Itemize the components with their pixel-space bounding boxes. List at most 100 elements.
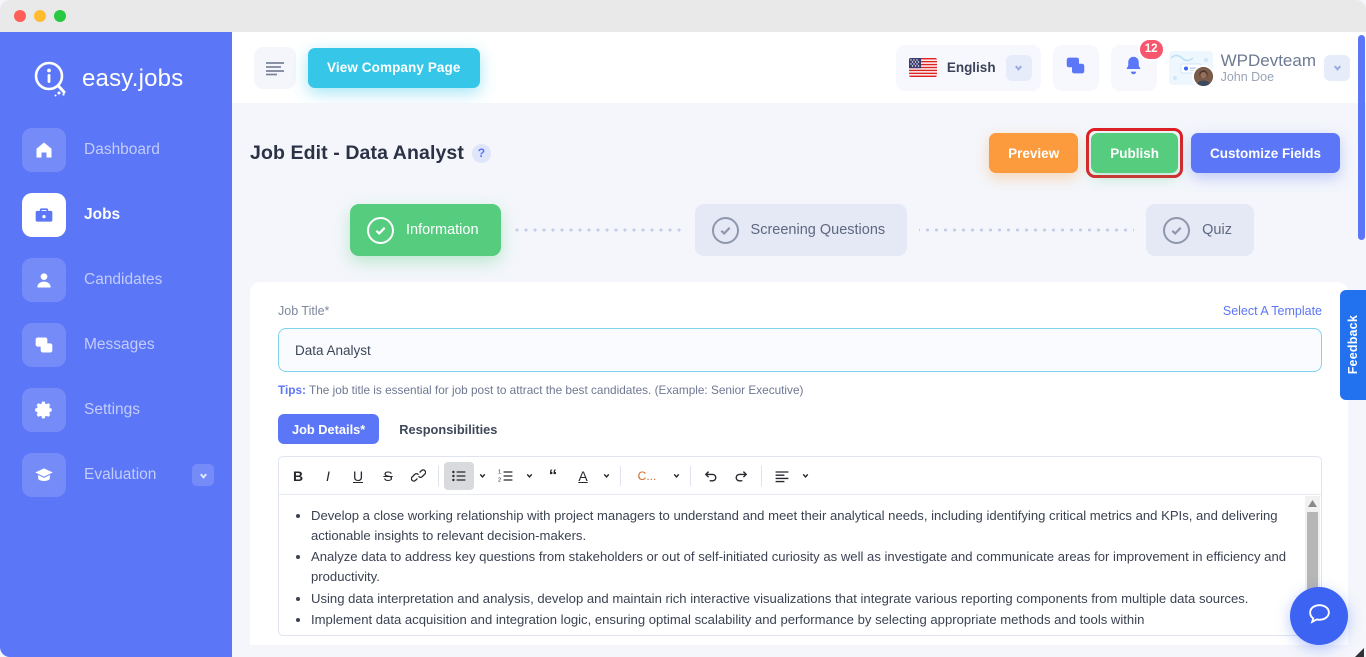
page-scrollbar-thumb[interactable] (1358, 35, 1365, 240)
rich-text-editor: B I U S 1 2 “ A C... • Develop a close w… (278, 456, 1322, 636)
text-color-icon[interactable]: A (568, 462, 598, 490)
step-label: Information (406, 222, 479, 238)
sidebar-item-label: Dashboard (84, 141, 160, 158)
link-icon[interactable] (403, 462, 433, 490)
stepper: Information Screening Questions Quiz (350, 204, 1366, 256)
bullet-list-icon[interactable] (444, 461, 474, 490)
publish-button-highlight: Publish (1086, 128, 1183, 178)
page-title: Job Edit - Data Analyst (250, 141, 464, 164)
sidebar: easy.jobs Dashboard Jobs Candidates Mess… (0, 32, 232, 657)
window-maximize-button[interactable] (54, 10, 66, 22)
align-icon[interactable] (767, 462, 797, 490)
page-header: Job Edit - Data Analyst ? Preview Publis… (232, 103, 1366, 178)
editor-content[interactable]: Develop a close working relationship wit… (279, 495, 1321, 635)
bold-icon[interactable]: B (283, 462, 313, 490)
chevron-down-icon[interactable] (474, 462, 491, 490)
toolbar-divider (620, 465, 621, 486)
sidebar-item-label: Evaluation (84, 466, 157, 483)
job-title-label: Job Title* (278, 304, 330, 318)
language-selector[interactable]: English (895, 44, 1041, 91)
list-item: Implement data acquisition and integrati… (311, 610, 1299, 630)
easyjobs-logo-icon (30, 58, 72, 100)
chat-bubble-icon (1307, 601, 1332, 631)
sidebar-item-label: Messages (84, 336, 155, 353)
step-screening-questions[interactable]: Screening Questions (694, 204, 908, 256)
tab-responsibilities[interactable]: Responsibilities (385, 414, 511, 444)
job-title-input[interactable] (278, 328, 1322, 372)
chevron-down-icon[interactable] (668, 462, 685, 490)
avatar (1191, 64, 1215, 88)
publish-button[interactable]: Publish (1091, 133, 1178, 173)
user-person-name: John Doe (1220, 70, 1275, 85)
scroll-up-icon[interactable] (1305, 496, 1320, 510)
notification-count-badge: 12 (1137, 37, 1165, 61)
underline-icon[interactable]: U (343, 462, 373, 490)
chevron-down-icon[interactable] (1005, 54, 1032, 81)
chat-icon (1065, 55, 1086, 81)
bell-icon (1123, 55, 1144, 81)
sidebar-item-candidates[interactable]: Candidates (0, 258, 232, 302)
step-quiz[interactable]: Quiz (1146, 204, 1254, 256)
brand-logo-block[interactable]: easy.jobs (0, 32, 232, 100)
app-window: easy.jobs Dashboard Jobs Candidates Mess… (0, 0, 1366, 657)
check-circle-icon (367, 216, 394, 244)
messages-button[interactable] (1052, 44, 1099, 91)
sidebar-item-settings[interactable]: Settings (0, 388, 232, 432)
job-title-row: Job Title* Select A Template (278, 304, 1322, 318)
chevron-down-icon[interactable] (797, 462, 814, 490)
chevron-down-icon[interactable] (192, 464, 214, 486)
toolbar-divider (438, 465, 439, 486)
redo-icon[interactable] (726, 462, 756, 490)
sidebar-item-jobs[interactable]: Jobs (0, 193, 232, 237)
question-mark-icon[interactable]: ? (471, 143, 491, 163)
list-item: Develop a close working relationship wit… (311, 506, 1299, 545)
customize-fields-button[interactable]: Customize Fields (1190, 133, 1340, 173)
select-template-link[interactable]: Select A Template (1223, 304, 1322, 318)
chevron-down-icon[interactable] (598, 462, 615, 490)
notifications-button[interactable]: 12 (1110, 37, 1165, 91)
form-tabs: Job Details* Responsibilities (278, 414, 1322, 444)
us-flag-icon (908, 58, 937, 77)
page-scrollbar[interactable] (1357, 32, 1366, 657)
list-item: Using data interpretation and analysis, … (311, 589, 1299, 609)
numbered-list-icon[interactable]: 1 2 (491, 462, 521, 490)
chevron-down-icon[interactable] (521, 462, 538, 490)
preview-button[interactable]: Preview (989, 133, 1079, 173)
page-actions: Preview Publish Customize Fields (989, 128, 1340, 178)
user-menu[interactable]: WPDevteam John Doe (1168, 50, 1350, 88)
window-resize-handle[interactable] (1355, 648, 1364, 657)
step-label: Quiz (1202, 222, 1232, 238)
step-information[interactable]: Information (350, 204, 501, 256)
window-minimize-button[interactable] (34, 10, 46, 22)
check-circle-icon (711, 216, 739, 244)
tab-job-details[interactable]: Job Details* (278, 414, 380, 444)
check-circle-icon (1163, 216, 1191, 244)
step-connector (919, 228, 1135, 232)
editor-toolbar: B I U S 1 2 “ A C... (279, 457, 1321, 495)
italic-icon[interactable]: I (313, 462, 343, 490)
view-company-page-button[interactable]: View Company Page (308, 47, 480, 88)
hamburger-icon[interactable] (254, 46, 296, 89)
chat-support-button[interactable] (1290, 587, 1348, 645)
chevron-down-icon[interactable] (1324, 54, 1350, 81)
toolbar-divider (690, 465, 691, 486)
job-form-card: Job Title* Select A Template Tips: The j… (250, 282, 1348, 645)
window-close-button[interactable] (14, 10, 26, 22)
sidebar-item-dashboard[interactable]: Dashboard (0, 128, 232, 172)
sidebar-item-messages[interactable]: Messages (0, 323, 232, 367)
blockquote-icon[interactable]: “ (538, 462, 568, 490)
chat-icon (22, 323, 66, 367)
sidebar-item-evaluation[interactable]: Evaluation (0, 453, 232, 497)
graduation-cap-icon (22, 453, 66, 497)
step-connector (512, 228, 683, 232)
sidebar-item-label: Jobs (84, 206, 121, 223)
language-label: English (946, 60, 996, 75)
strikethrough-icon[interactable]: S (373, 462, 403, 490)
window-titlebar (0, 0, 1366, 32)
undo-icon[interactable] (696, 462, 726, 490)
color-dropdown-button[interactable]: C... (626, 462, 668, 490)
tips-text: The job title is essential for job post … (305, 383, 804, 397)
topbar-right-group: English 12 WPDevteam John Doe (895, 37, 1350, 91)
toolbar-divider (761, 465, 762, 486)
svg-text:2: 2 (498, 477, 501, 483)
